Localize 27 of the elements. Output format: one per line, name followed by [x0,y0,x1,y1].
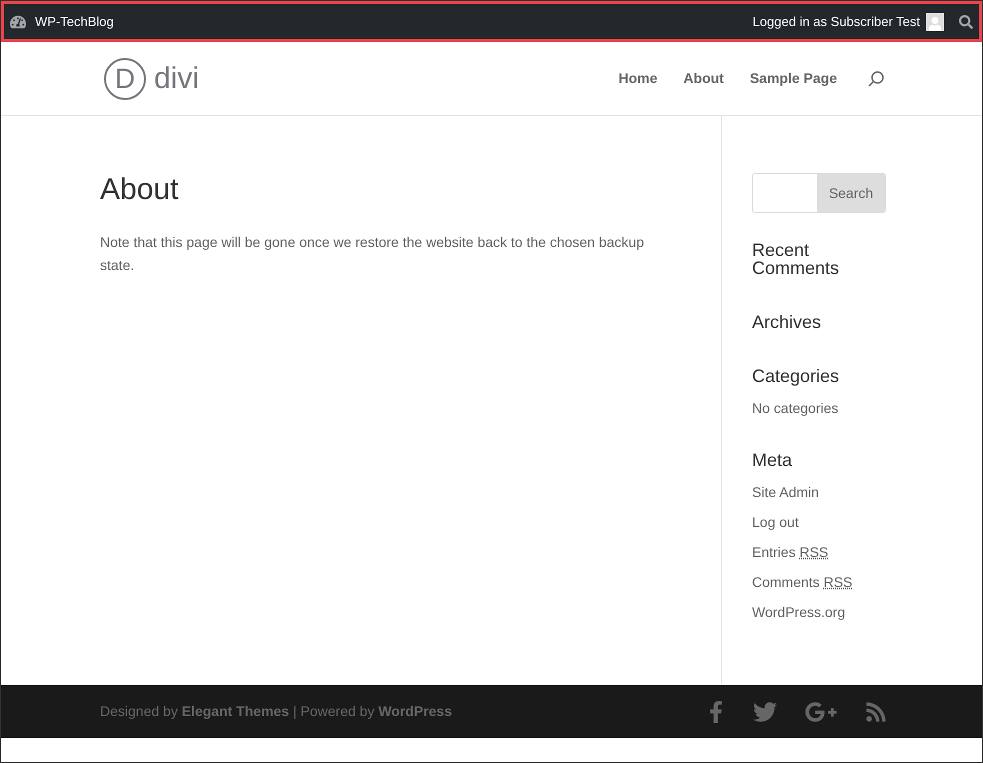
sidebar-link[interactable]: WordPress.org [752,597,922,627]
search-button[interactable]: Search [817,174,885,212]
widget-title: Archives [752,313,822,331]
nav-link[interactable]: About [683,68,724,89]
search-field[interactable]: Search [752,173,886,213]
nav-link[interactable]: Sample Page [750,68,837,89]
sidebar-link[interactable]: Entries RSS [752,537,922,567]
sidebar-text: No categories [752,399,840,418]
sidebar-link[interactable]: Log out [752,507,922,537]
account-link[interactable]: Logged in as Subscriber Test [752,12,920,32]
avatar-icon[interactable] [926,12,944,30]
footer-credits: Designed by Elegant Themes | Powered by WordPress [100,702,452,721]
page-body-text: Note that this page will be gone once we restore the website back to the chosen backup state. [100,232,646,274]
sidebar-link[interactable]: Comments RSS [752,567,922,597]
dashboard-icon[interactable] [10,14,26,30]
nav-link[interactable]: Home [618,68,658,89]
logo-text[interactable]: divi [154,64,200,94]
site-name-link[interactable]: WP-TechBlog [35,12,114,32]
search-icon[interactable] [867,70,885,88]
page-title: About [100,172,180,208]
widget-title: Meta [752,451,794,469]
sidebar-link[interactable]: Site Admin [752,477,922,507]
search-icon[interactable] [959,14,973,28]
widget-title: Categories [752,367,840,385]
widget-title: Recent Comments [752,241,840,277]
twitter-icon[interactable] [753,700,777,724]
rss-icon[interactable] [865,700,887,722]
